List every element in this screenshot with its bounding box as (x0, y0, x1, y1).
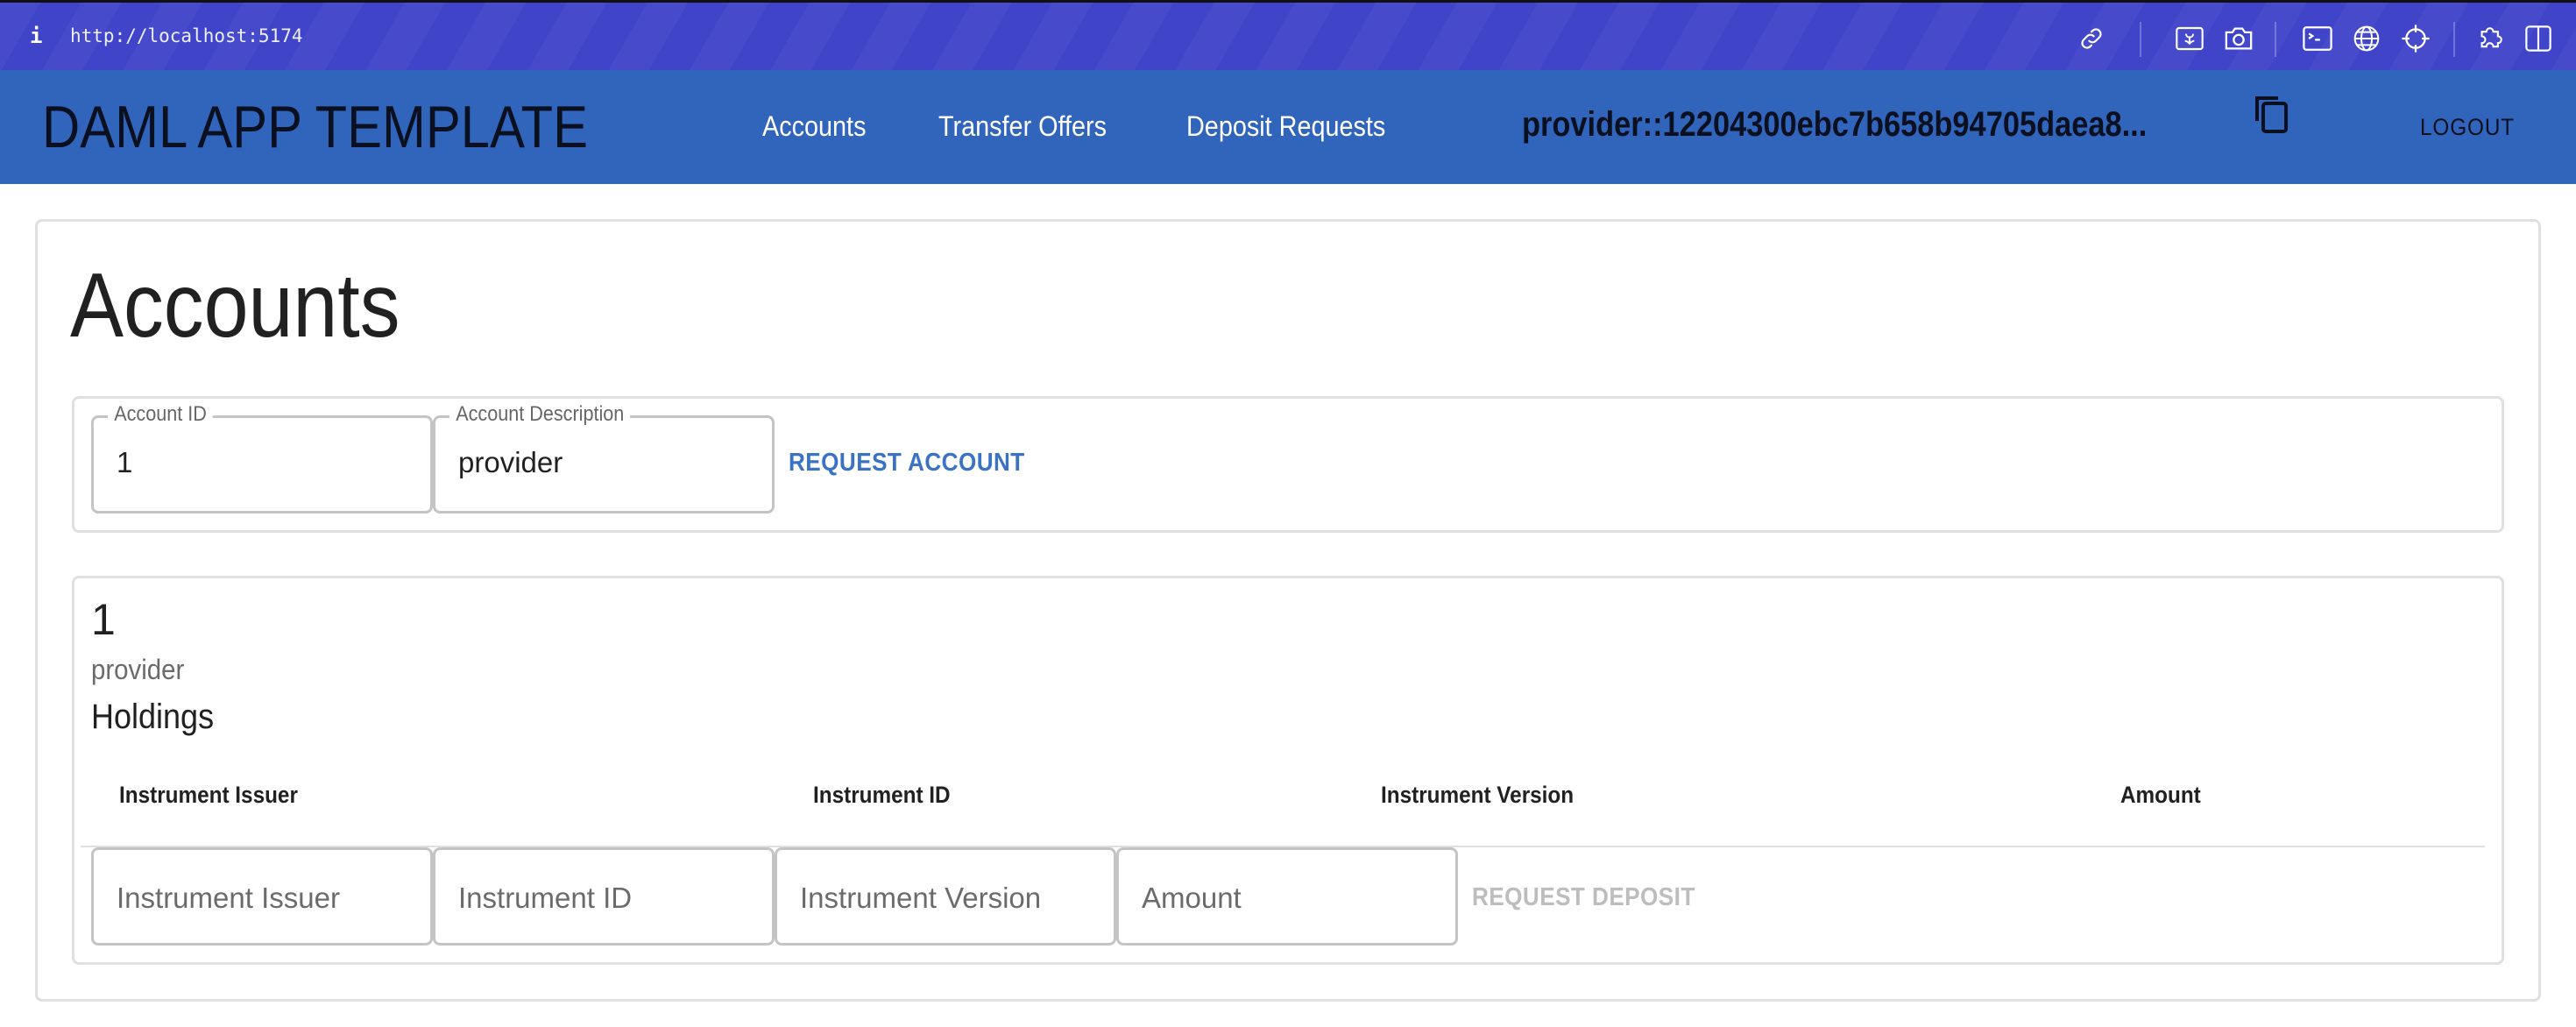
app-brand-title: DAML APP TEMPLATE (42, 94, 589, 160)
app-header: DAML APP TEMPLATE Accounts Transfer Offe… (0, 70, 2576, 184)
account-description-field[interactable]: Account Description (433, 402, 775, 514)
toolbar-separator (2275, 22, 2276, 57)
holdings-heading: Holdings (91, 698, 215, 736)
account-id-label: Account ID (108, 402, 214, 427)
copy-icon[interactable] (2254, 95, 2289, 133)
nav-link-transfer-offers[interactable]: Transfer Offers (938, 110, 1107, 143)
terminal-icon[interactable] (2303, 24, 2332, 53)
link-icon[interactable] (2077, 24, 2106, 53)
column-header-instrument-id: Instrument ID (813, 782, 951, 808)
instrument-version-field[interactable] (775, 847, 1116, 946)
page-title: Accounts (70, 255, 400, 357)
camera-icon[interactable] (2224, 24, 2254, 53)
nav-link-deposit-requests[interactable]: Deposit Requests (1186, 110, 1385, 143)
instrument-version-input[interactable] (800, 882, 1070, 915)
party-id: provider::12204300ebc7b658b94705daea8... (1522, 105, 2148, 144)
crosshair-icon[interactable] (2401, 24, 2431, 53)
account-id-input[interactable] (117, 446, 386, 479)
account-description-label: Account Description (449, 402, 631, 427)
screenshot-region-icon[interactable] (2175, 24, 2204, 53)
column-header-instrument-version: Instrument Version (1381, 782, 1575, 808)
amount-field[interactable] (1116, 847, 1458, 946)
column-header-amount: Amount (2120, 782, 2201, 808)
globe-icon[interactable] (2352, 24, 2381, 53)
account-id-heading: 1 (91, 595, 116, 644)
account-id-field[interactable]: Account ID (91, 402, 433, 514)
account-description-input[interactable] (458, 446, 728, 479)
browser-toolbar: i http://localhost:5174 (0, 0, 2576, 70)
instrument-id-field[interactable] (433, 847, 775, 946)
column-header-instrument-issuer: Instrument Issuer (119, 782, 298, 808)
logout-button[interactable]: LOGOUT (2420, 114, 2515, 141)
instrument-id-input[interactable] (458, 882, 728, 915)
nav-link-accounts[interactable]: Accounts (762, 110, 866, 143)
instrument-issuer-field[interactable] (91, 847, 433, 946)
request-deposit-button[interactable]: REQUEST DEPOSIT (1472, 883, 1695, 912)
toolbar-separator (2453, 22, 2455, 57)
request-account-button[interactable]: REQUEST ACCOUNT (789, 449, 1025, 478)
puzzle-extension-icon[interactable] (2476, 24, 2506, 53)
instrument-issuer-input[interactable] (117, 882, 386, 915)
account-description-text: provider (91, 654, 185, 685)
amount-input[interactable] (1142, 882, 1412, 915)
toolbar-separator (2140, 22, 2141, 57)
split-view-icon[interactable] (2523, 24, 2553, 53)
